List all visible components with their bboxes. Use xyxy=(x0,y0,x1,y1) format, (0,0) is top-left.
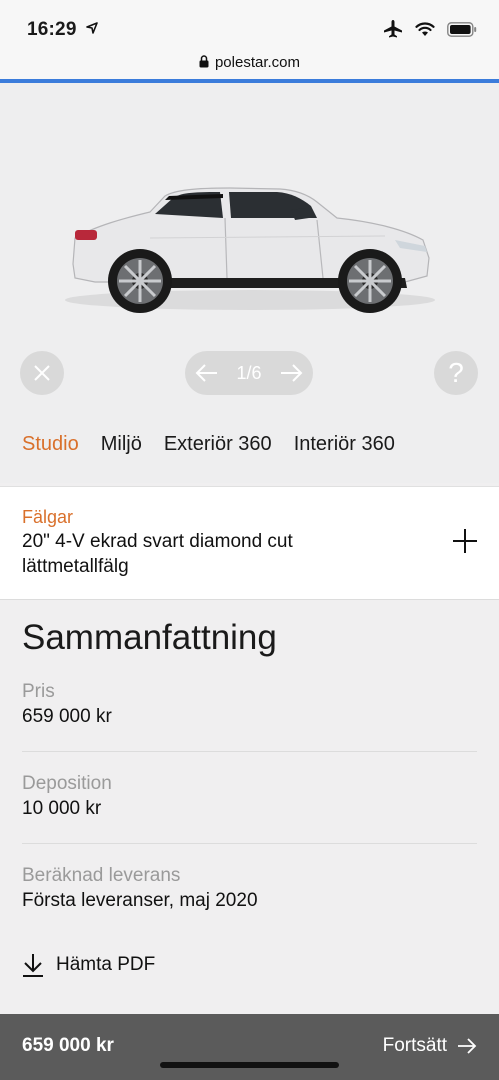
continue-label: Fortsätt xyxy=(382,1035,447,1056)
tab-studio[interactable]: Studio xyxy=(22,433,79,456)
location-arrow-icon xyxy=(86,22,98,34)
wifi-icon xyxy=(415,21,435,36)
image-pager: 1/6 xyxy=(185,351,313,395)
arrow-right-icon xyxy=(458,1038,477,1054)
arrow-right-icon[interactable] xyxy=(279,363,303,383)
help-button[interactable]: ? xyxy=(434,351,478,395)
summary-row-value: 10 000 kr xyxy=(22,798,102,819)
car-image xyxy=(65,187,435,313)
summary-row-price: Pris 659 000 kr xyxy=(22,680,477,730)
home-indicator[interactable] xyxy=(160,1062,339,1068)
view-tabs: Studio Miljö Exteriör 360 Interiör 360 xyxy=(22,433,395,456)
download-icon xyxy=(23,954,43,977)
option-label: Fälgar xyxy=(22,507,74,527)
summary-title: Sammanfattning xyxy=(22,618,277,657)
download-pdf-label: Hämta PDF xyxy=(56,954,156,975)
summary-row-label: Beräknad leverans xyxy=(22,865,181,886)
airplane-icon xyxy=(384,20,402,38)
tab-interior-360[interactable]: Interiör 360 xyxy=(294,433,395,456)
continue-button[interactable]: Fortsätt xyxy=(383,1035,477,1057)
summary-row-value: Första leveranser, maj 2020 xyxy=(22,890,258,911)
lock-icon xyxy=(199,55,209,68)
tab-exterior-360[interactable]: Exteriör 360 xyxy=(164,433,272,456)
download-pdf-link[interactable]: Hämta PDF xyxy=(22,953,155,977)
option-wheels[interactable]: Fälgar 20" 4-V ekrad svart diamond cut l… xyxy=(0,486,499,600)
option-value: 20" 4-V ekrad svart diamond cut lättmeta… xyxy=(22,531,293,577)
summary-row-deposit: Deposition 10 000 kr xyxy=(22,772,477,822)
battery-icon xyxy=(447,21,477,37)
bottom-action-bar: 659 000 kr Fortsätt xyxy=(0,1014,499,1080)
summary-row-label: Pris xyxy=(22,681,55,702)
status-bar: 16:29 polestar.com xyxy=(0,0,499,80)
status-time: 16:29 xyxy=(27,19,77,40)
summary-row-delivery: Beräknad leverans Första leveranser, maj… xyxy=(22,864,477,914)
arrow-left-icon[interactable] xyxy=(195,363,219,383)
divider xyxy=(22,751,477,752)
pager-count: 1/6 xyxy=(236,362,262,383)
divider xyxy=(22,843,477,844)
address-bar[interactable]: polestar.com xyxy=(0,54,499,71)
car-visualizer: 1/6 ? Studio Miljö Exteriör 360 Interiör… xyxy=(0,83,499,483)
total-price: 659 000 kr xyxy=(22,1035,114,1056)
url-text: polestar.com xyxy=(214,54,301,71)
help-icon: ? xyxy=(448,357,464,388)
summary-row-label: Deposition xyxy=(22,773,112,794)
plus-icon[interactable] xyxy=(452,528,478,554)
close-button[interactable] xyxy=(20,351,64,395)
summary-row-value: 659 000 kr xyxy=(22,706,112,727)
close-icon xyxy=(34,365,50,381)
tab-miljo[interactable]: Miljö xyxy=(101,433,142,456)
